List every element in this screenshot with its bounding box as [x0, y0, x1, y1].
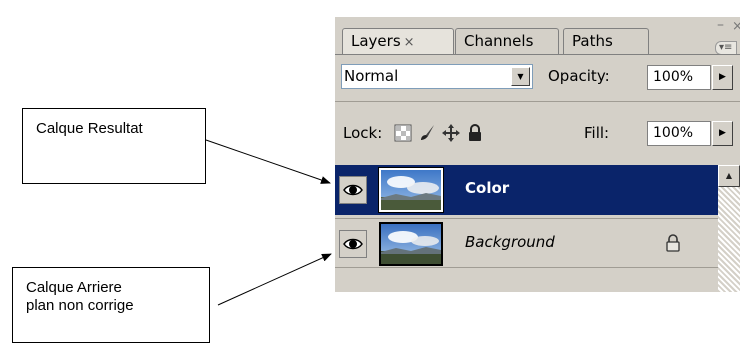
tab-channels-label: Channels — [464, 32, 534, 50]
lock-label: Lock: — [343, 124, 383, 142]
tab-divider — [335, 54, 740, 55]
callout-background-line2: plan non corrige — [26, 297, 134, 314]
layer-name[interactable]: Background — [465, 233, 555, 251]
fill-slider-arrow-icon[interactable]: ▶ — [712, 121, 733, 146]
tab-layers[interactable]: Layers × — [342, 28, 454, 55]
eye-icon — [343, 238, 363, 250]
tab-channels[interactable]: Channels — [455, 28, 559, 54]
lock-transparent-icon[interactable] — [393, 123, 413, 143]
eye-icon — [343, 184, 363, 196]
arrow-to-background-layer — [217, 253, 332, 306]
callout-background-layer: Calque Arriere plan non corrige — [12, 267, 210, 343]
layer-row-color[interactable]: Color — [335, 165, 718, 215]
layer-thumbnail[interactable] — [379, 222, 443, 266]
tab-close-icon[interactable]: × — [404, 35, 415, 50]
opacity-slider-arrow-icon[interactable]: ▶ — [712, 65, 733, 90]
callout-result-text: Calque Resultat — [36, 120, 143, 137]
landscape-thumbnail-image — [381, 170, 441, 210]
close-icon[interactable]: × — [732, 19, 740, 34]
arrow-to-color-layer — [205, 139, 331, 184]
layers-palette: – × Layers × Channels Paths ▾≡ Normal ▼ O… — [335, 17, 740, 292]
lock-move-icon[interactable] — [441, 123, 461, 143]
chevron-down-icon[interactable]: ▼ — [511, 67, 530, 86]
panel-menu-icon[interactable]: ▾≡ — [715, 41, 737, 55]
layer-row-background[interactable]: Background — [335, 218, 718, 268]
visibility-toggle[interactable] — [339, 176, 367, 204]
callout-background-line1: Calque Arriere — [26, 279, 122, 296]
opacity-input[interactable]: 100% — [647, 65, 711, 90]
lock-icon — [666, 234, 680, 252]
fill-input[interactable]: 100% — [647, 121, 711, 146]
scroll-up-icon[interactable]: ▲ — [718, 165, 740, 187]
fill-label: Fill: — [584, 124, 610, 142]
divider — [335, 101, 740, 102]
layer-thumbnail[interactable] — [378, 167, 444, 213]
minimize-icon[interactable]: – — [717, 17, 724, 33]
landscape-thumbnail-image — [381, 224, 441, 264]
scroll-track[interactable] — [718, 187, 740, 292]
tab-paths[interactable]: Paths — [563, 28, 649, 54]
callout-result-layer: Calque Resultat — [22, 108, 206, 184]
tab-layers-label: Layers — [351, 32, 401, 50]
blend-mode-select[interactable]: Normal ▼ — [341, 64, 533, 89]
opacity-label: Opacity: — [548, 67, 610, 85]
blend-mode-value: Normal — [344, 67, 399, 85]
layer-name[interactable]: Color — [465, 179, 509, 197]
tab-paths-label: Paths — [572, 32, 613, 50]
visibility-toggle[interactable] — [339, 230, 367, 258]
lock-all-icon[interactable] — [465, 123, 485, 143]
lock-brush-icon[interactable] — [417, 123, 437, 143]
layers-scrollbar[interactable]: ▲ — [718, 165, 740, 292]
